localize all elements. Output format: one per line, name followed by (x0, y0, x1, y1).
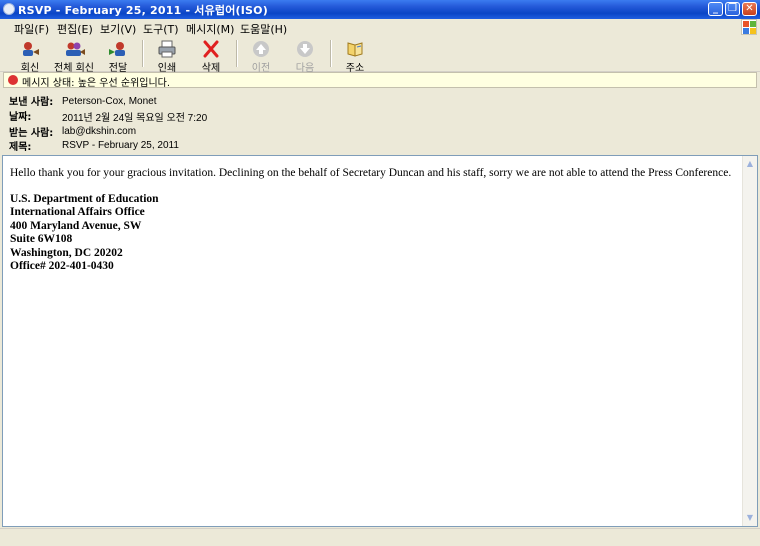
signature-block: U.S. Department of Education Internation… (10, 193, 740, 273)
menu-tools[interactable]: 도구(T) (143, 21, 179, 37)
date-label: 날짜: (9, 112, 32, 123)
maximize-button[interactable]: ❐ (725, 2, 740, 16)
message-content: Hello thank you for your gracious invita… (10, 167, 740, 273)
delete-button[interactable]: 삭제 (193, 38, 229, 74)
to-value[interactable]: lab@dkshin.com (62, 126, 136, 137)
reply-all-icon (64, 40, 85, 58)
printer-icon (157, 40, 177, 58)
priority-infobar: 메시지 상태: 높은 우선 순위입니다. (3, 72, 757, 89)
menu-edit[interactable]: 편집(E) (57, 21, 93, 37)
forward-icon (108, 40, 128, 58)
envelope-icon (3, 3, 15, 15)
signature-line: Office# 202-401-0430 (10, 260, 114, 273)
high-priority-icon (8, 75, 18, 85)
up-arrow-icon (251, 40, 271, 58)
vertical-scrollbar[interactable]: ▲ ▼ (742, 156, 757, 526)
scroll-down-icon[interactable]: ▼ (744, 512, 756, 524)
signature-line: Suite 6W108 (10, 233, 73, 246)
signature-line: International Affairs Office (10, 206, 145, 219)
forward-button[interactable]: 전달 (100, 38, 136, 74)
title-bar[interactable]: RSVP - February 25, 2011 - 서유럽어(ISO) _ ❐… (0, 0, 760, 19)
addresses-button[interactable]: 주소 (337, 38, 373, 74)
reply-all-button[interactable]: 전체 회신 (54, 38, 94, 74)
window-title: RSVP - February 25, 2011 - 서유럽어(ISO) (18, 4, 268, 17)
close-button[interactable]: ✕ (742, 2, 757, 16)
date-value: 2011년 2월 24일 목요일 오전 7:20 (62, 113, 208, 124)
reply-button[interactable]: 회신 (12, 38, 48, 74)
from-value[interactable]: Peterson-Cox, Monet (62, 96, 157, 107)
toolbar-separator (330, 40, 332, 67)
status-bar (0, 528, 760, 546)
toolbar: 회신 전체 회신 전달 인쇄 삭제 이전 다음 주소 (0, 37, 760, 74)
menu-help[interactable]: 도움말(H) (240, 21, 287, 37)
menu-bar: 파일(F) 편집(E) 보기(V) 도구(T) 메시지(M) 도움말(H) (0, 19, 760, 37)
subject-value: RSVP - February 25, 2011 (62, 140, 179, 151)
previous-button[interactable]: 이전 (243, 38, 279, 74)
toolbar-separator (142, 40, 144, 67)
windows-logo-icon (741, 19, 757, 35)
message-header: 보낸 사람: Peterson-Cox, Monet 날짜: 2011년 2월 … (0, 90, 760, 153)
address-book-icon (345, 40, 365, 58)
message-body[interactable]: Hello thank you for your gracious invita… (2, 155, 758, 527)
priority-status-text: 메시지 상태: 높은 우선 순위입니다. (22, 78, 171, 89)
toolbar-separator (236, 40, 238, 67)
subject-label: 제목: (9, 142, 32, 153)
to-label: 받는 사람: (9, 128, 54, 139)
delete-x-icon (201, 40, 221, 58)
from-label: 보낸 사람: (9, 97, 54, 108)
signature-line: U.S. Department of Education (10, 193, 159, 205)
message-text: Hello thank you for your gracious invita… (10, 167, 732, 179)
minimize-button[interactable]: _ (708, 2, 723, 16)
menu-file[interactable]: 파일(F) (14, 21, 49, 37)
down-arrow-icon (295, 40, 315, 58)
print-button[interactable]: 인쇄 (149, 38, 185, 74)
scroll-up-icon[interactable]: ▲ (744, 158, 756, 170)
next-button[interactable]: 다음 (287, 38, 323, 74)
reply-icon (20, 40, 40, 58)
signature-line: 400 Maryland Avenue, SW (10, 219, 142, 232)
menu-message[interactable]: 메시지(M) (186, 21, 234, 37)
menu-view[interactable]: 보기(V) (100, 21, 136, 37)
signature-line: Washington, DC 20202 (10, 246, 123, 259)
